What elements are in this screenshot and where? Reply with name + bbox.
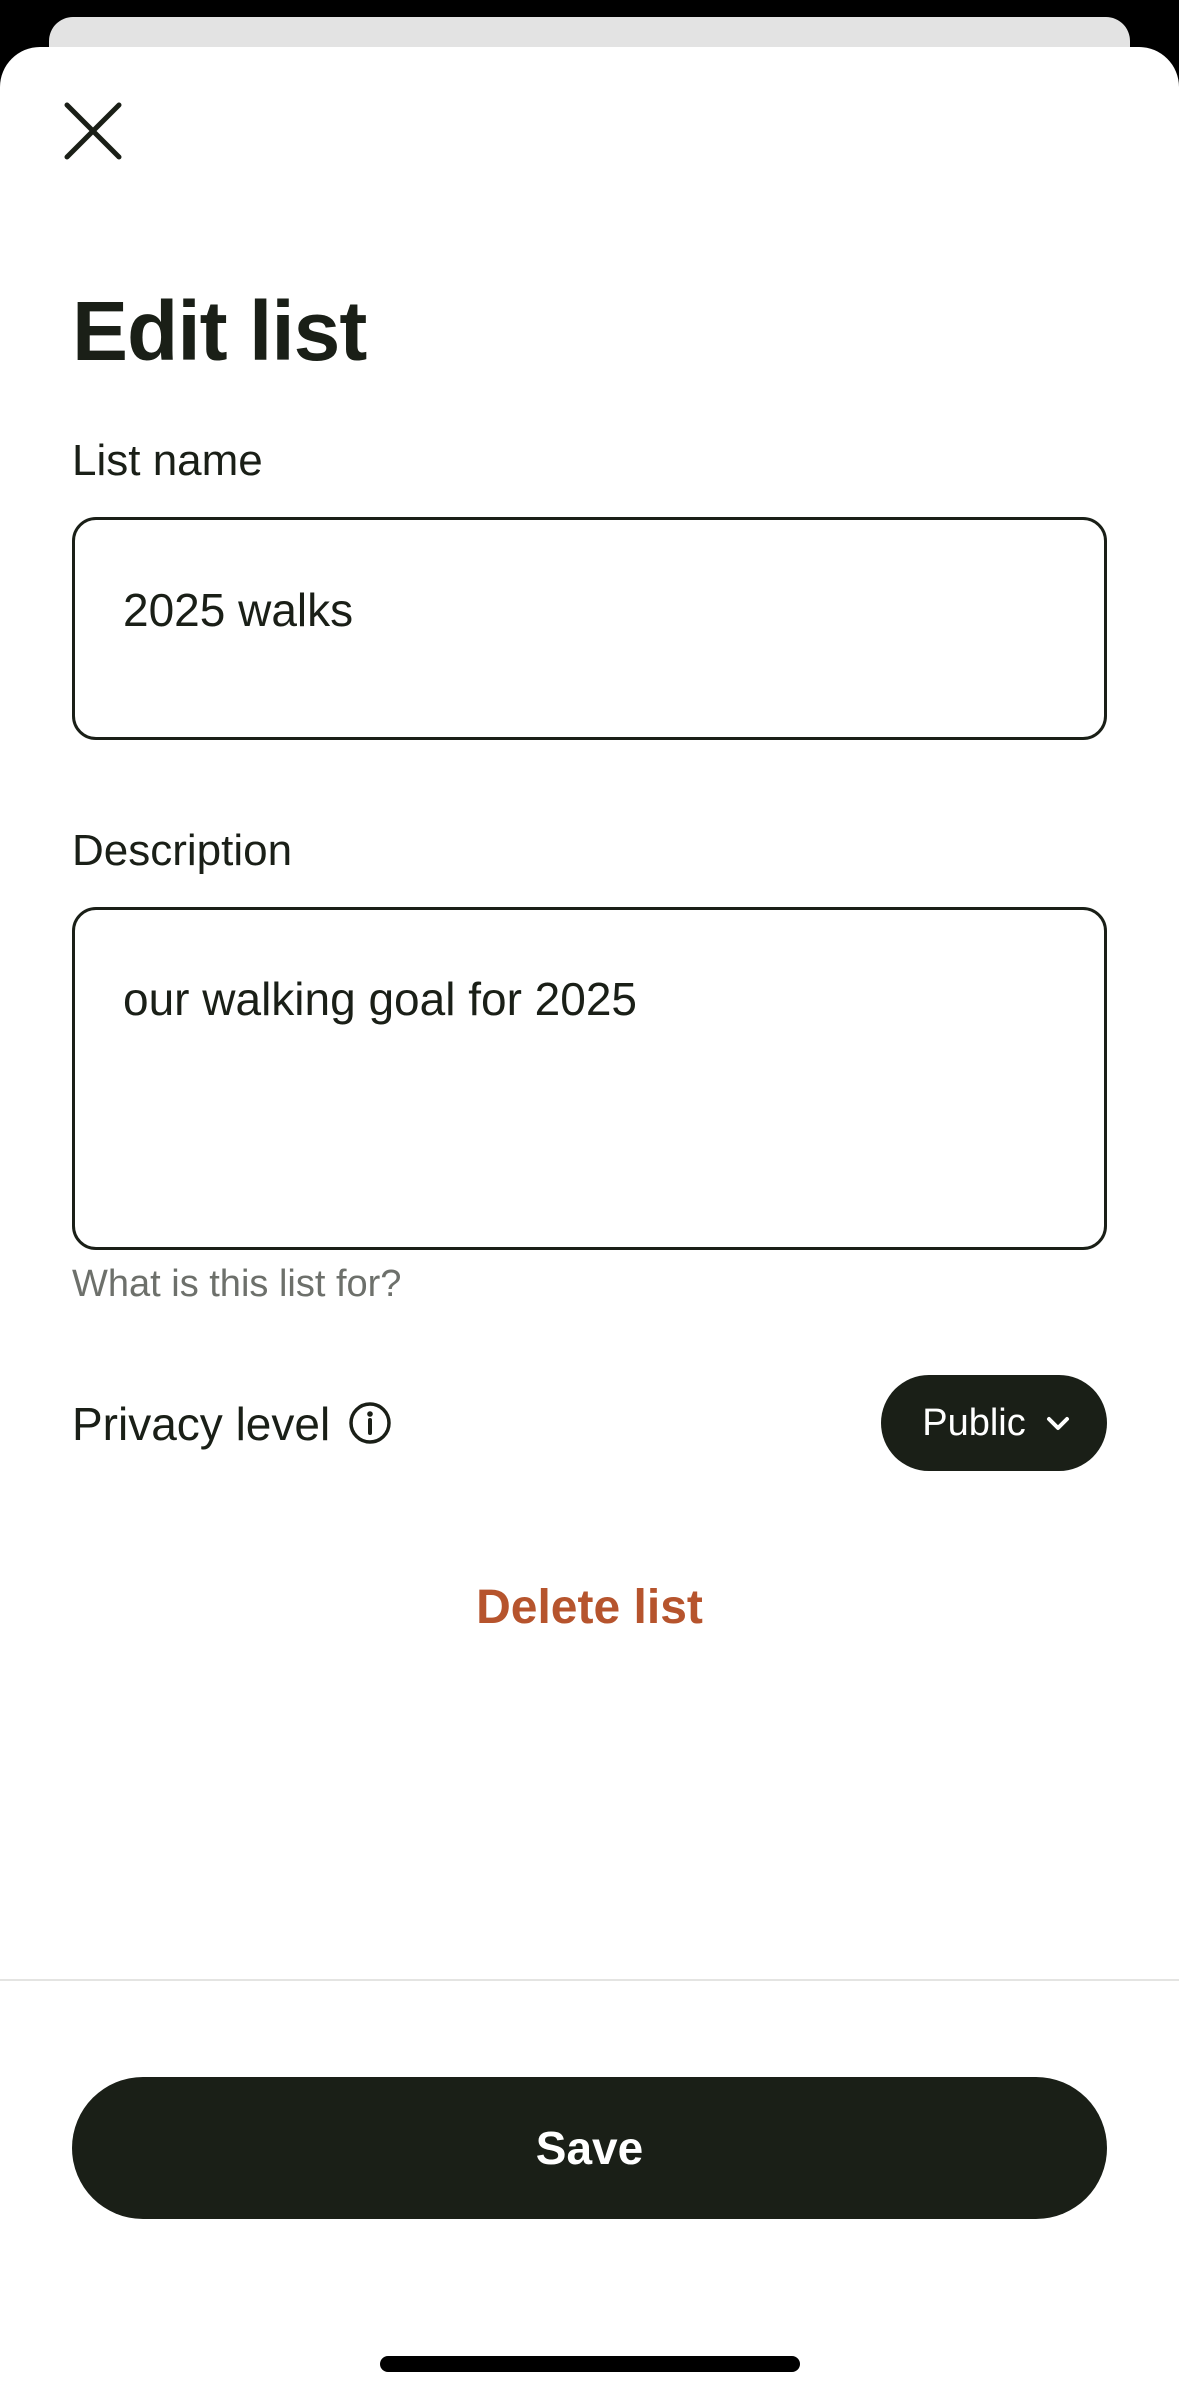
privacy-dropdown-value: Public [922,1401,1026,1444]
privacy-row: Privacy level Public [72,1375,1107,1471]
description-label: Description [72,826,293,875]
list-name-label: List name [72,436,263,485]
info-icon[interactable] [347,1400,393,1446]
chevron-down-icon [1046,1417,1069,1430]
privacy-level-dropdown[interactable]: Public [881,1375,1107,1471]
close-button[interactable] [58,96,128,166]
page-title: Edit list [72,284,367,378]
privacy-level-label: Privacy level [72,1398,331,1450]
list-name-input[interactable] [72,517,1107,740]
close-icon [64,102,122,160]
delete-list-button[interactable]: Delete list [0,1580,1179,1635]
description-input[interactable]: our walking goal for 2025 [72,907,1107,1250]
home-indicator [380,2356,800,2372]
description-helper-text: What is this list for? [72,1263,402,1305]
footer-divider [0,1979,1179,1981]
save-button[interactable]: Save [72,2077,1107,2219]
